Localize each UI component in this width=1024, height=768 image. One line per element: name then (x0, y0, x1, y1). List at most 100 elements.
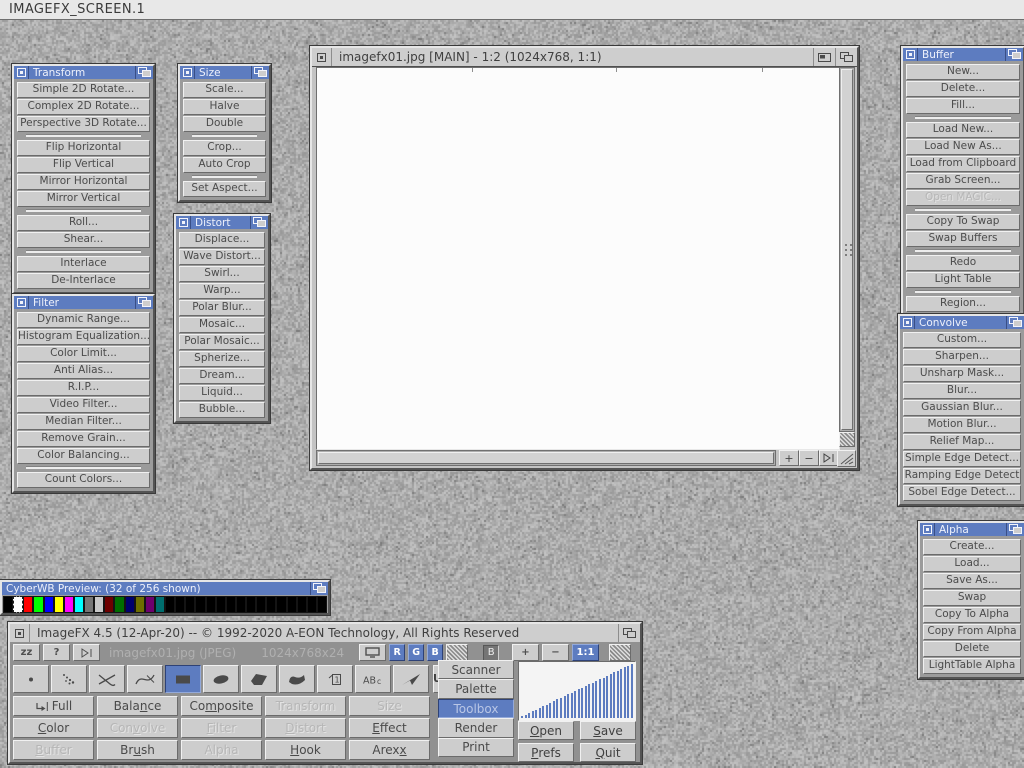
panel-button-custom[interactable]: Custom... (903, 332, 1021, 348)
panel-button-roll[interactable]: Roll... (17, 215, 150, 231)
color-swatch-25[interactable] (256, 596, 266, 613)
panel-button-interlace[interactable]: Interlace (17, 256, 150, 272)
color-swatch-8[interactable] (84, 596, 94, 613)
grid-button-hook[interactable]: Hook (265, 740, 346, 760)
color-swatch-17[interactable] (175, 596, 185, 613)
depth-icon[interactable] (250, 216, 268, 229)
panel-button-dream[interactable]: Dream... (179, 368, 265, 384)
color-swatch-16[interactable] (165, 596, 175, 613)
close-icon[interactable] (10, 624, 30, 642)
panel-button-swap[interactable]: Swap (923, 590, 1021, 606)
panel-button-remove-grain[interactable]: Remove Grain... (17, 431, 150, 447)
grid-button-balance[interactable]: Balance (97, 696, 178, 716)
panel-button-simple-2d-rotate[interactable]: Simple 2D Rotate... (17, 82, 150, 98)
tool-box-button[interactable] (165, 665, 201, 693)
panel-button-copy-from-alpha[interactable]: Copy From Alpha (923, 624, 1021, 640)
panel-button-warp[interactable]: Warp... (179, 283, 265, 299)
color-swatch-10[interactable] (104, 596, 114, 613)
color-swatch-27[interactable] (276, 596, 286, 613)
panel-button-shear[interactable]: Shear... (17, 232, 150, 248)
pan-button[interactable] (609, 644, 631, 661)
panel-button-load[interactable]: Load... (923, 556, 1021, 572)
color-swatch-26[interactable] (266, 596, 276, 613)
panel-button-light-table[interactable]: Light Table (906, 272, 1020, 288)
grid-button-brush[interactable]: Brush (97, 740, 178, 760)
panel-button-displace[interactable]: Displace... (179, 232, 265, 248)
alpha-channel-button[interactable] (446, 644, 468, 661)
panel-titlebar[interactable]: Filter (14, 296, 153, 309)
grid-button-distort[interactable]: Distort (265, 718, 346, 738)
panel-button-load-from-clipboard[interactable]: Load from Clipboard (906, 156, 1020, 172)
color-swatch-23[interactable] (236, 596, 246, 613)
panel-button-flip-horizontal[interactable]: Flip Horizontal (17, 140, 150, 156)
panel-button-copy-to-alpha[interactable]: Copy To Alpha (923, 607, 1021, 623)
grid-button-alpha[interactable]: Alpha (181, 740, 262, 760)
scroll-mode-button[interactable] (839, 432, 855, 447)
red-channel-button[interactable]: R (389, 644, 405, 661)
color-swatch-12[interactable] (125, 596, 135, 613)
panel-button-wave-distort[interactable]: Wave Distort... (179, 249, 265, 265)
panel-button-load-new[interactable]: Load New... (906, 122, 1020, 138)
panel-button-create[interactable]: Create... (923, 539, 1021, 555)
panel-button-region[interactable]: Region... (906, 296, 1020, 312)
horizontal-scroll-thumb[interactable] (318, 452, 774, 464)
zoom-reset-button[interactable]: 1:1 (572, 644, 599, 661)
panel-button-motion-blur[interactable]: Motion Blur... (903, 417, 1021, 433)
panel-titlebar[interactable]: Alpha (920, 523, 1024, 536)
color-swatch-1[interactable] (13, 596, 23, 613)
panel-button-ramping-edge-detect[interactable]: Ramping Edge Detect (903, 468, 1021, 484)
green-channel-button[interactable]: G (408, 644, 424, 661)
page-button-toolbox[interactable]: Toolbox (438, 699, 514, 718)
panel-button-swap-buffers[interactable]: Swap Buffers (906, 231, 1020, 247)
color-swatch-6[interactable] (64, 596, 74, 613)
tool-brush-button[interactable]: 1 (317, 665, 353, 693)
help-button[interactable]: ? (43, 644, 70, 661)
panel-button-blur[interactable]: Blur... (903, 383, 1021, 399)
save-button[interactable]: Save (580, 721, 636, 740)
color-swatch-29[interactable] (297, 596, 307, 613)
panel-button-new[interactable]: New... (906, 64, 1020, 80)
resize-handle[interactable] (837, 450, 856, 467)
depth-icon[interactable] (618, 624, 640, 642)
grid-button-composite[interactable]: Composite (181, 696, 262, 716)
color-swatch-9[interactable] (94, 596, 104, 613)
color-swatch-13[interactable] (135, 596, 145, 613)
panel-button-color-limit[interactable]: Color Limit... (17, 346, 150, 362)
depth-icon[interactable] (310, 582, 328, 595)
panel-button-r-i-p[interactable]: R.I.P... (17, 380, 150, 396)
panel-button-video-filter[interactable]: Video Filter... (17, 397, 150, 413)
vertical-scrollbar[interactable] (839, 67, 855, 432)
image-canvas[interactable] (316, 67, 840, 450)
panel-button-fill[interactable]: Fill... (906, 98, 1020, 114)
panel-button-bubble[interactable]: Bubble... (179, 402, 265, 418)
panel-button-anti-alias[interactable]: Anti Alias... (17, 363, 150, 379)
tool-point-button[interactable] (13, 665, 49, 693)
vertical-scroll-thumb[interactable] (841, 69, 853, 430)
panel-titlebar[interactable]: Distort (176, 216, 268, 229)
tool-move-button[interactable] (393, 665, 429, 693)
panel-titlebar[interactable]: Buffer (903, 48, 1023, 61)
panel-button-lighttable-alpha[interactable]: LightTable Alpha (923, 658, 1021, 674)
panel-button-liquid[interactable]: Liquid... (179, 385, 265, 401)
quit-button[interactable]: Quit (580, 743, 636, 762)
close-icon[interactable] (920, 523, 935, 536)
open-button[interactable]: Open (518, 721, 574, 740)
panel-button-relief-map[interactable]: Relief Map... (903, 434, 1021, 450)
grid-button-size[interactable]: Size (349, 696, 430, 716)
zoom-gadget-icon[interactable] (813, 48, 835, 66)
panel-button-mosaic[interactable]: Mosaic... (179, 317, 265, 333)
blue-channel-button[interactable]: B (427, 644, 443, 661)
color-swatch-7[interactable] (74, 596, 84, 613)
panel-titlebar[interactable]: Convolve (900, 316, 1024, 329)
tool-oval-button[interactable] (203, 665, 239, 693)
sleep-button[interactable]: zz (13, 644, 40, 661)
panel-button-mirror-vertical[interactable]: Mirror Vertical (17, 191, 150, 207)
grid-button-effect[interactable]: Effect (349, 718, 430, 738)
tool-polygon-button[interactable] (241, 665, 277, 693)
zoom-in-button[interactable]: + (779, 450, 799, 466)
color-swatch-19[interactable] (195, 596, 205, 613)
panel-button-grab-screen[interactable]: Grab Screen... (906, 173, 1020, 189)
depth-icon[interactable] (135, 296, 153, 309)
panel-button-double[interactable]: Double (183, 116, 266, 132)
prompt-button[interactable] (73, 644, 100, 661)
